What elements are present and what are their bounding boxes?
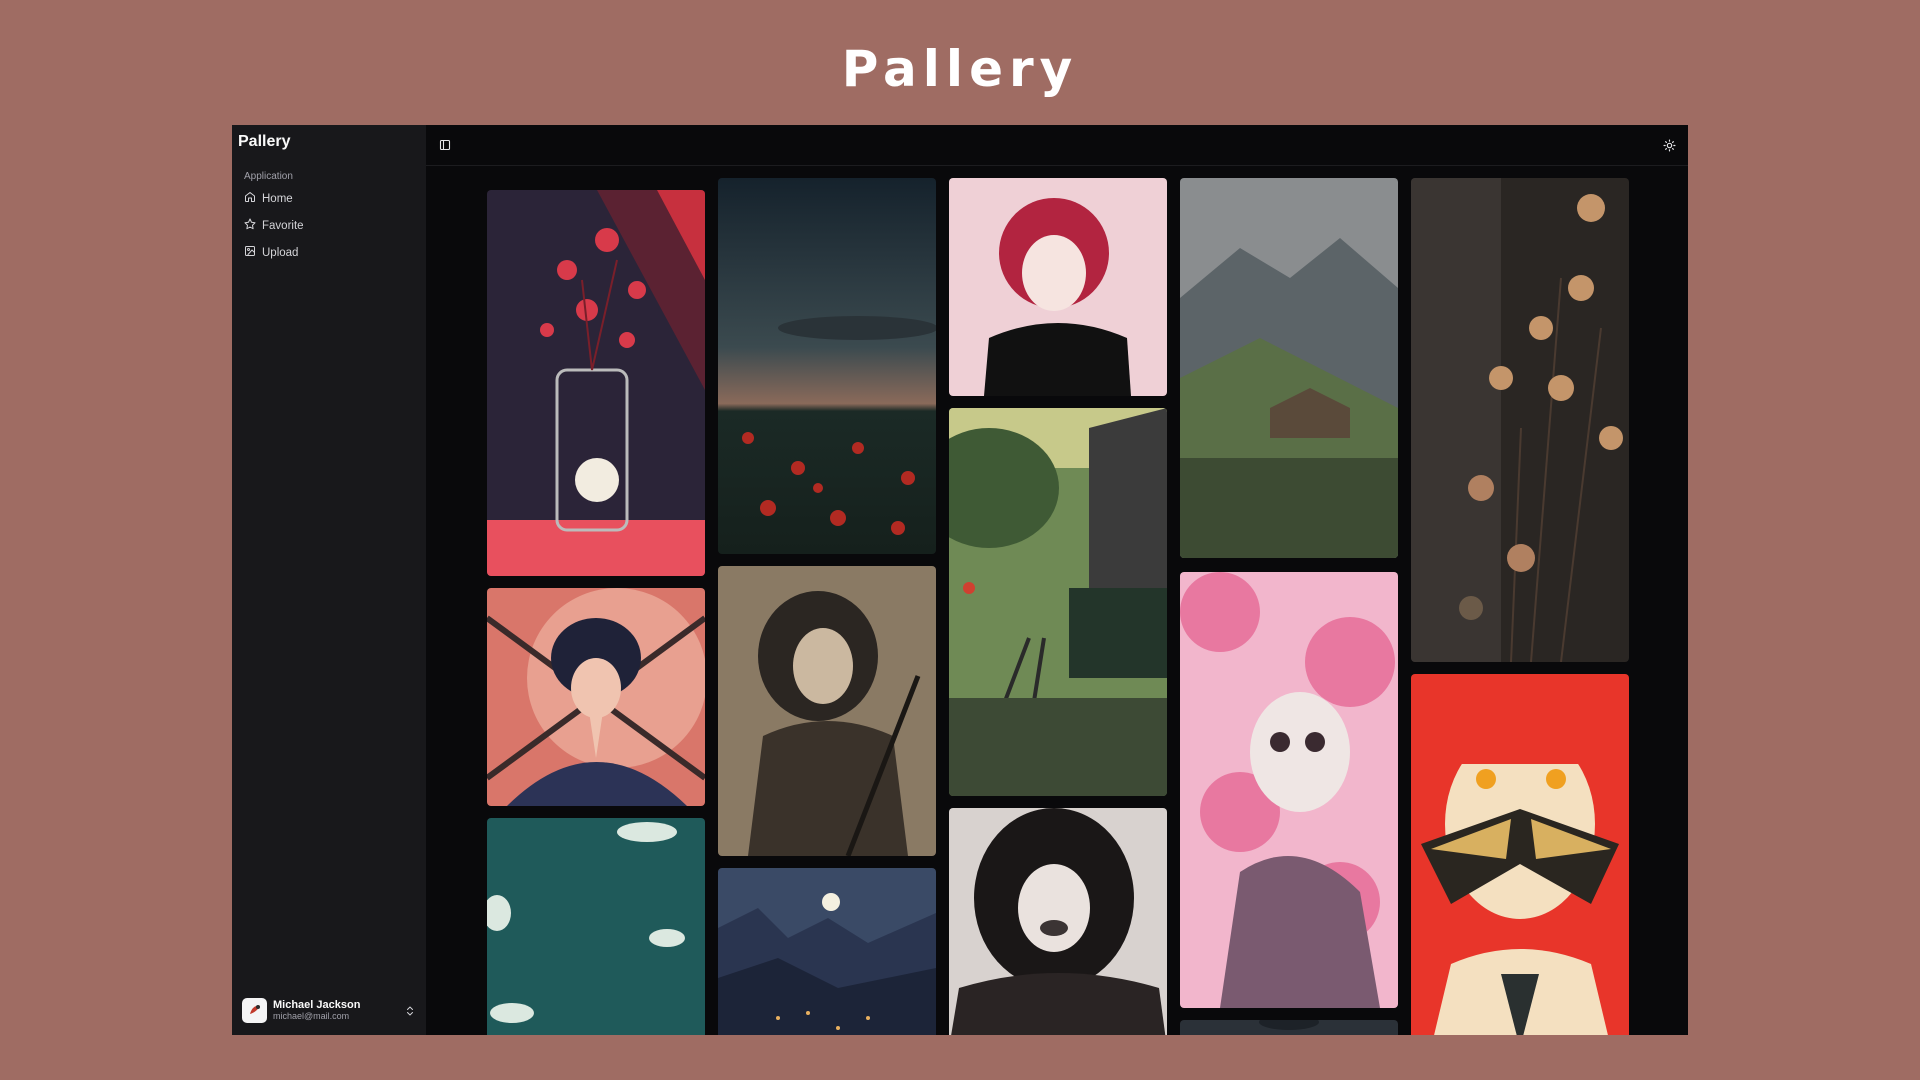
sidebar: Pallery Application Home Favorite Upload xyxy=(232,125,426,1035)
gallery-image[interactable] xyxy=(1180,1020,1398,1035)
avatar xyxy=(242,997,267,1023)
gallery-image[interactable] xyxy=(718,178,936,554)
app-window: Pallery Application Home Favorite Upload xyxy=(232,125,1688,1035)
chevrons-up-down-icon[interactable] xyxy=(404,1004,416,1016)
gallery-image[interactable] xyxy=(949,408,1167,796)
gallery-image[interactable] xyxy=(487,190,705,576)
top-bar xyxy=(426,125,1688,166)
gallery-image[interactable] xyxy=(1180,178,1398,558)
gallery-image[interactable] xyxy=(1180,572,1398,1008)
app-brand[interactable]: Pallery xyxy=(238,133,290,151)
sidebar-nav: Home Favorite Upload xyxy=(238,185,420,266)
sun-icon[interactable] xyxy=(1662,138,1676,152)
gallery-image[interactable] xyxy=(487,818,705,1035)
gallery-image[interactable] xyxy=(949,178,1167,396)
user-info: Michael Jackson michael@mail.com xyxy=(273,999,398,1022)
sidebar-item-label: Favorite xyxy=(262,219,304,232)
gallery-image[interactable] xyxy=(718,868,936,1035)
sidebar-item-home[interactable]: Home xyxy=(238,185,420,212)
image-gallery xyxy=(487,178,1629,1035)
sidebar-item-label: Home xyxy=(262,192,293,205)
gallery-image[interactable] xyxy=(1411,178,1629,662)
gallery-image[interactable] xyxy=(487,588,705,806)
user-email: michael@mail.com xyxy=(273,1011,350,1022)
image-upload-icon xyxy=(244,245,256,260)
gallery-image[interactable] xyxy=(1411,674,1629,1035)
main-content xyxy=(426,125,1688,1035)
star-icon xyxy=(244,218,256,233)
page-title: Pallery xyxy=(841,40,1079,98)
gallery-image[interactable] xyxy=(949,808,1167,1035)
sidebar-item-label: Upload xyxy=(262,246,299,259)
user-menu[interactable]: Michael Jackson michael@mail.com xyxy=(242,995,416,1025)
sidebar-group-label: Application xyxy=(244,171,293,182)
sidebar-toggle-icon[interactable] xyxy=(438,138,452,152)
user-name: Michael Jackson xyxy=(273,998,361,1011)
gallery-image[interactable] xyxy=(718,566,936,856)
sidebar-item-upload[interactable]: Upload xyxy=(238,239,420,266)
home-icon xyxy=(244,191,256,206)
sidebar-item-favorite[interactable]: Favorite xyxy=(238,212,420,239)
